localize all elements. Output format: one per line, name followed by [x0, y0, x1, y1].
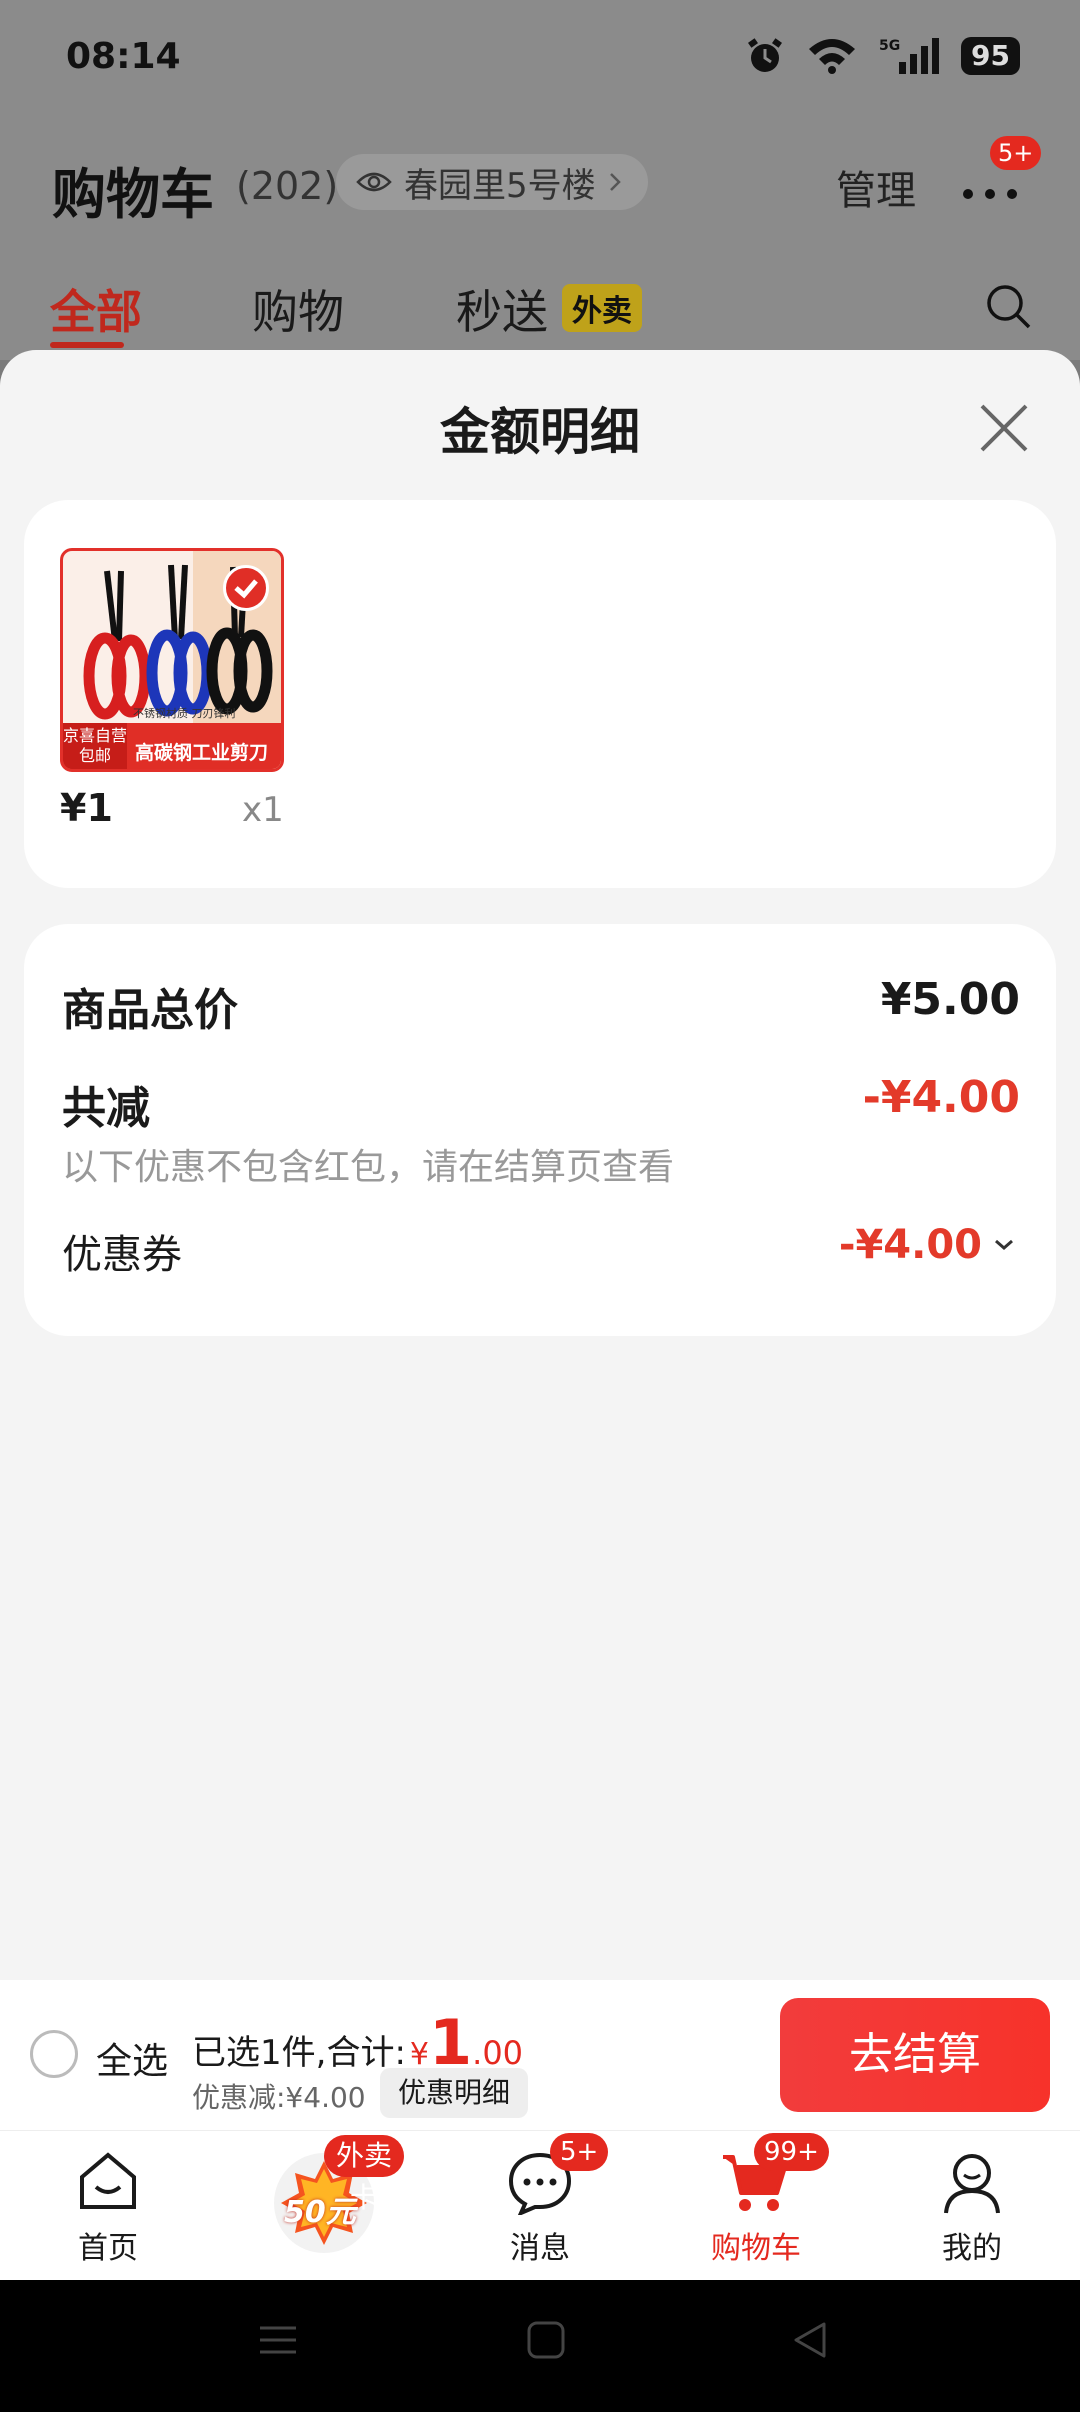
- page-title: 购物车: [52, 163, 214, 226]
- nav-mine[interactable]: 我的: [892, 2131, 1052, 2281]
- home-square-icon[interactable]: [526, 2320, 566, 2360]
- nav-cart[interactable]: 99+ 购物车: [676, 2131, 836, 2281]
- alarm-icon: [748, 38, 783, 72]
- manage-button[interactable]: 管理: [836, 158, 916, 216]
- selected-items-card: 不锈钢材质 刀刃锋利 高碳钢工业剪刀 京喜自营 包邮 ¥1 x1: [24, 500, 1056, 888]
- sheet-title: 金额明细: [440, 403, 640, 461]
- address-chip[interactable]: 春园里5号楼: [336, 154, 648, 210]
- nav-mine-label: 我的: [942, 2231, 1002, 2266]
- select-all-label[interactable]: 全选: [96, 2032, 168, 2084]
- total-decimal: .00: [472, 2034, 524, 2072]
- tab-express[interactable]: 秒送: [456, 276, 548, 342]
- bottom-nav: 首页 50元 外卖卡 5+ 消息 99+ 购物车 我的: [0, 2130, 1080, 2280]
- status-icons: 5G 95: [745, 36, 1020, 76]
- price-summary-card: 商品总价 ¥5.00 共减 -¥4.00 以下优惠不包含红包，请在结算页查看 优…: [24, 924, 1056, 1336]
- status-bar: 08:14 5G 95: [0, 0, 1080, 120]
- item-quantity: x1: [242, 790, 284, 830]
- total-currency: ¥: [409, 2037, 429, 2072]
- more-menu-button[interactable]: [960, 168, 1020, 214]
- total-price-label: 商品总价: [62, 985, 238, 1036]
- select-all-radio[interactable]: [30, 2030, 78, 2078]
- search-icon: [987, 285, 1031, 329]
- selection-summary: 已选1件,合计: ¥ 1 .00: [192, 2012, 523, 2074]
- checkout-button[interactable]: 去结算: [780, 1998, 1050, 2112]
- thumb-subtitle: 不锈钢材质 刀刃锋利: [133, 707, 236, 720]
- chevron-right-icon: [609, 173, 621, 191]
- more-dots-icon: [963, 189, 1017, 199]
- coupon-label: 优惠券: [62, 1232, 182, 1278]
- takeout-tag: 外卖: [562, 284, 642, 332]
- item-price: ¥1: [60, 786, 113, 830]
- eye-icon: [356, 172, 392, 192]
- background-page: 08:14 5G 95 购物车 (202) 春园里5号楼 管理 5+ 全部 购物…: [0, 0, 1080, 360]
- reduce-value: -¥4.00: [862, 1072, 1020, 1123]
- checkout-bar: 全选 已选1件,合计: ¥ 1 .00 优惠减:¥4.00 优惠明细 去结算: [0, 1980, 1080, 2130]
- nav-home[interactable]: 首页: [28, 2131, 188, 2281]
- profile-icon: [944, 2154, 1000, 2214]
- discount-note: 以下优惠不包含红包，请在结算页查看: [62, 1147, 675, 1188]
- tab-shopping[interactable]: 购物: [252, 276, 344, 342]
- selected-text: 已选1件,合计:: [192, 2033, 406, 2073]
- messages-badge: 5+: [550, 2133, 609, 2171]
- search-button[interactable]: [984, 282, 1034, 336]
- cart-tabs: 全部 购物 秒送 外卖: [0, 270, 1080, 350]
- status-time: 08:14: [66, 36, 181, 77]
- tab-all[interactable]: 全部: [50, 276, 142, 342]
- discount-detail-button[interactable]: 优惠明细: [380, 2068, 529, 2118]
- cart-count: (202): [236, 164, 339, 208]
- signal-5g-icon: 5G: [879, 38, 940, 74]
- reduce-label: 共减: [62, 1083, 150, 1134]
- nav-cart-label: 购物车: [711, 2231, 801, 2266]
- more-badge: 5+: [990, 136, 1042, 170]
- nav-promo[interactable]: 50元 外卖卡: [244, 2131, 404, 2281]
- tab-underline: [50, 342, 124, 348]
- nav-messages[interactable]: 5+ 消息: [460, 2131, 620, 2281]
- battery-indicator: 95: [961, 37, 1020, 75]
- product-thumbnail[interactable]: 不锈钢材质 刀刃锋利 高碳钢工业剪刀 京喜自营 包邮: [60, 548, 284, 772]
- svg-text:5G: 5G: [879, 38, 900, 54]
- amount-detail-sheet: 金额明细 不锈钢材质 刀刃锋利 高碳钢工业剪刀 京喜自营 包邮 ¥1 x1 商品…: [0, 350, 1080, 1980]
- coupon-value: -¥4.00: [838, 1222, 982, 1268]
- cart-badge: 99+: [754, 2133, 829, 2171]
- close-icon: [980, 404, 1028, 452]
- close-button[interactable]: [976, 400, 1032, 456]
- chevron-down-icon: [995, 1239, 1013, 1250]
- thumb-banner-text: 高碳钢工业剪刀: [135, 742, 269, 764]
- recents-menu-icon[interactable]: [258, 2320, 298, 2360]
- wifi-icon: [809, 39, 856, 74]
- promo-tag: 外卖卡: [324, 2135, 404, 2214]
- promo-amount: 50元: [284, 2195, 356, 2230]
- nav-home-label: 首页: [78, 2231, 138, 2266]
- thumb-corner-tag: 京喜自营 包邮: [63, 723, 127, 769]
- system-nav-bar: [0, 2280, 1080, 2412]
- nav-messages-label: 消息: [510, 2231, 570, 2266]
- total-integer: 1: [429, 2006, 473, 2079]
- selected-check-icon: [223, 565, 269, 611]
- back-triangle-icon[interactable]: [790, 2320, 830, 2360]
- discount-amount: 优惠减:¥4.00: [192, 2081, 366, 2114]
- total-price-value: ¥5.00: [880, 974, 1020, 1025]
- home-icon: [80, 2152, 136, 2209]
- coupon-row[interactable]: -¥4.00: [839, 1222, 1016, 1268]
- address-label: 春园里5号楼: [404, 165, 596, 206]
- cart-header: 购物车 (202) 春园里5号楼 管理 5+: [0, 136, 1080, 240]
